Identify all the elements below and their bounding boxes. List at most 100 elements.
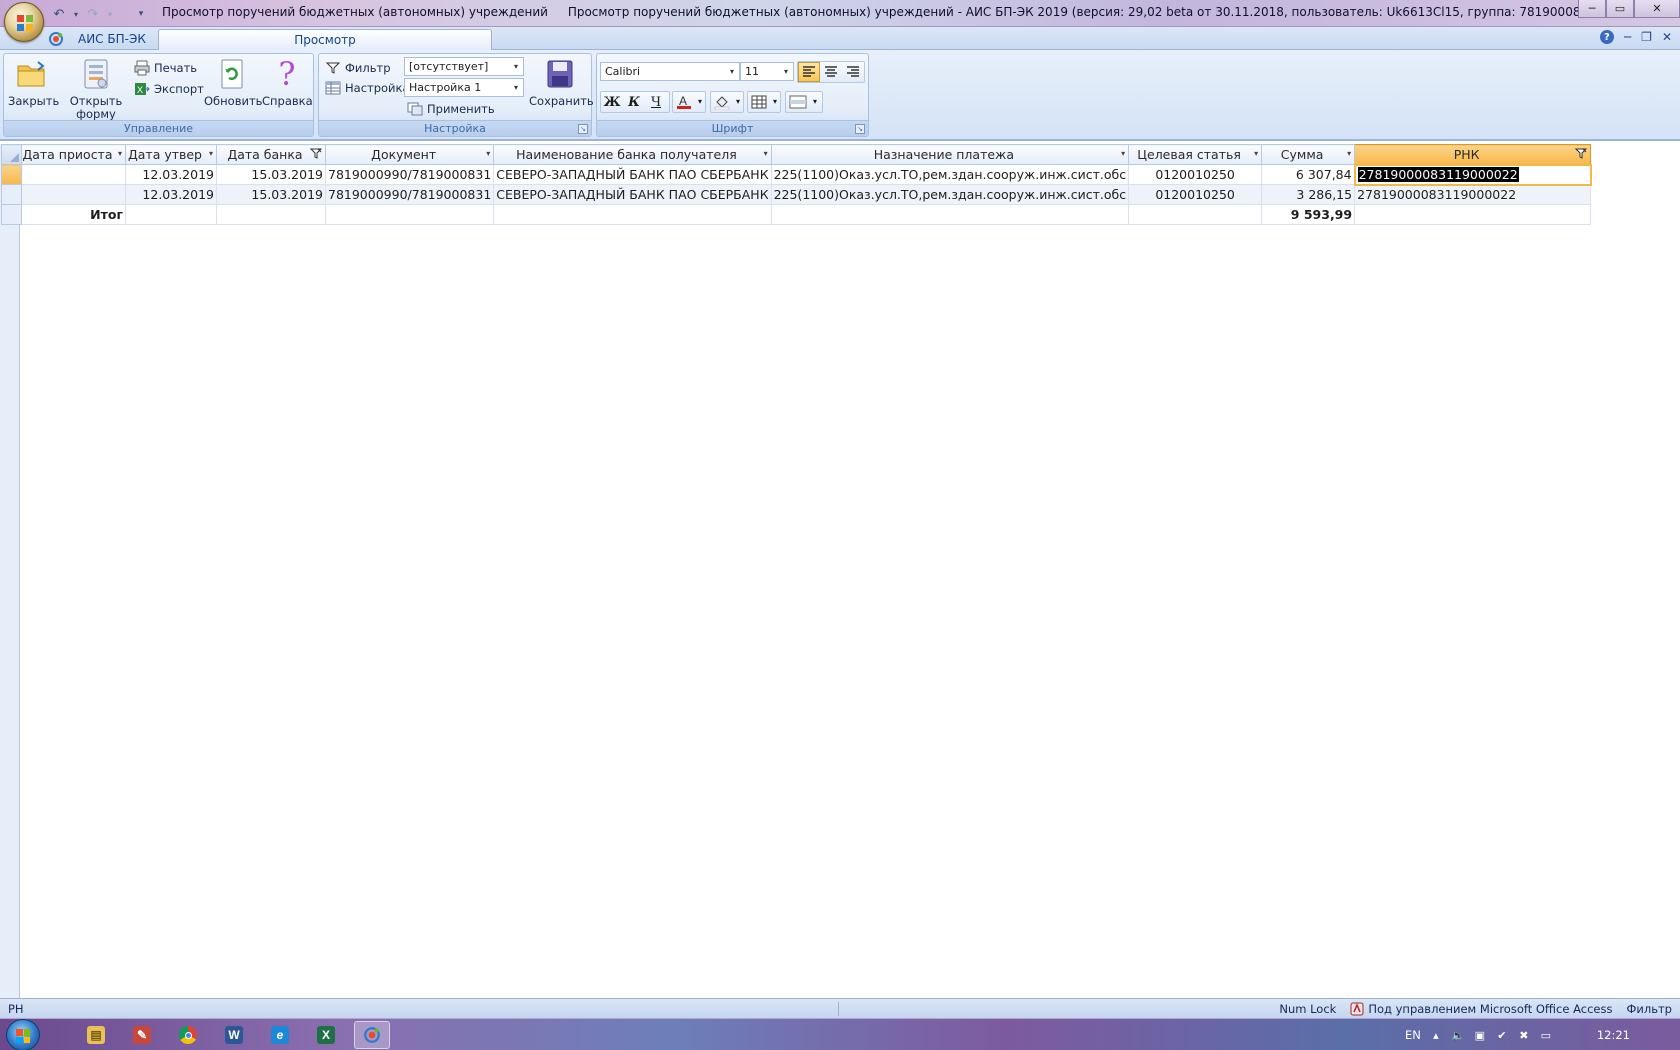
cell-date-approved[interactable]: 12.03.2019 [125, 184, 217, 205]
help-icon[interactable]: ? [1599, 30, 1614, 44]
col-header-article[interactable]: Целевая статья ▾ [1128, 144, 1263, 165]
cell-sum[interactable]: 6 307,84 [1261, 164, 1356, 185]
cell-article[interactable]: 0120010250 [1128, 164, 1263, 185]
taskbar-app-2[interactable]: ✎ [124, 1021, 160, 1049]
close-window-button[interactable]: ✕ [1634, 0, 1680, 18]
clock[interactable]: 12:21 [1597, 1028, 1630, 1042]
record-selector[interactable] [1, 204, 22, 225]
column-dropdown-icon[interactable]: ▾ [118, 149, 122, 158]
col-header-bank-name[interactable]: Наименование банка получателя ▾ [493, 144, 772, 165]
fill-color-dropdown-icon[interactable]: ▾ [733, 92, 743, 112]
taskbar-ais-app[interactable] [354, 1021, 390, 1049]
taskbar-excel[interactable]: X [308, 1021, 344, 1049]
maximize-window-button[interactable]: ▭ [1606, 0, 1634, 18]
select-all-corner[interactable] [1, 144, 22, 165]
col-header-date-bank[interactable]: Дата банка [216, 144, 326, 165]
cell-date-approved[interactable]: 12.03.2019 [125, 164, 217, 185]
column-filter-funnel-icon[interactable] [310, 148, 322, 160]
col-header-date-suspended[interactable]: Дата приоста ▾ [21, 144, 126, 165]
cell-document[interactable]: 7819000990/7819000831 [324, 164, 495, 185]
print-button[interactable]: Печать [134, 59, 197, 77]
tab-ais[interactable]: АИС БП-ЭК [68, 29, 156, 50]
undo-dropdown-icon[interactable]: ▾ [72, 5, 80, 23]
font-size-combo[interactable]: 11 ▾ [740, 62, 794, 81]
cell-rnk[interactable]: 27819000083119000022 [1354, 184, 1592, 205]
italic-button[interactable]: К [623, 92, 645, 112]
minimize-window-button[interactable]: ─ [1578, 0, 1606, 18]
font-name-combo[interactable]: Calibri ▾ [600, 62, 740, 81]
underline-button[interactable]: Ч [645, 92, 667, 112]
cell-date-bank[interactable]: 15.03.2019 [216, 184, 326, 205]
record-selector[interactable] [1, 164, 22, 185]
table-row[interactable]: 12.03.2019 15.03.2019 7819000990/7819000… [1, 163, 1592, 186]
taskbar-word[interactable]: W [216, 1021, 252, 1049]
volume-icon[interactable]: 🔈 [1451, 1028, 1465, 1042]
cell-bank-name[interactable]: СЕВЕРО-ЗАПАДНЫЙ БАНК ПАО СБЕРБАНК [493, 184, 772, 205]
start-button[interactable] [6, 1019, 40, 1050]
align-right-icon[interactable] [842, 62, 864, 82]
undo-icon[interactable]: ↶ [50, 5, 68, 23]
filter-label-button[interactable]: Фильтр [325, 59, 391, 77]
cell-date-suspended[interactable] [21, 164, 126, 185]
column-dropdown-icon[interactable]: ▾ [209, 149, 213, 158]
settings-combo[interactable]: Настройка 1 ▾ [404, 78, 524, 97]
col-header-purpose[interactable]: Назначение платежа ▾ [770, 144, 1130, 165]
taskbar-ie[interactable]: e [262, 1021, 298, 1049]
cell-rnk-selected[interactable]: 27819000083119000022 [1353, 163, 1592, 186]
col-header-rnk[interactable]: РНК [1354, 144, 1592, 165]
column-dropdown-icon[interactable]: ▾ [486, 149, 490, 158]
app-tray-icon[interactable]: ▣ [1473, 1028, 1487, 1042]
settings-dialog-launcher-icon[interactable]: ↘ [578, 124, 588, 134]
network-icon[interactable]: ▭ [1539, 1028, 1553, 1042]
redo-icon[interactable]: ↷ [84, 5, 102, 23]
font-name-arrow-icon[interactable]: ▾ [727, 63, 737, 80]
close-doc-icon[interactable]: ✕ [1662, 30, 1672, 44]
column-dropdown-icon[interactable]: ▾ [1254, 149, 1258, 158]
col-header-document[interactable]: Документ ▾ [324, 144, 495, 165]
cell-article[interactable]: 0120010250 [1128, 184, 1263, 205]
taskbar-explorer[interactable]: ▤ [78, 1021, 114, 1049]
column-filter-funnel-icon[interactable] [1575, 148, 1588, 160]
refresh-button[interactable]: Обновить [204, 56, 262, 108]
minimize-doc-icon[interactable]: ─ [1624, 30, 1631, 44]
taskbar-chrome[interactable] [170, 1021, 206, 1049]
settings-combo-arrow-icon[interactable]: ▾ [511, 79, 521, 96]
settings-label-button[interactable]: Настройка [325, 79, 410, 97]
cell-purpose[interactable]: 225(1100)Оказ.усл.ТО,рем.здан.сооруж.инж… [770, 164, 1130, 185]
show-hidden-icons-icon[interactable]: ▴ [1429, 1028, 1443, 1042]
cell-date-bank[interactable]: 15.03.2019 [216, 164, 326, 185]
customize-qat-icon[interactable]: ▾ [132, 5, 150, 23]
bold-button[interactable]: Ж [601, 92, 623, 112]
save-button[interactable]: Сохранить [529, 56, 594, 108]
update-tray-icon[interactable]: ✔ [1495, 1028, 1509, 1042]
tab-view[interactable]: Просмотр [158, 29, 492, 50]
font-color-icon[interactable]: A [673, 92, 695, 112]
apply-button[interactable]: Применить [407, 100, 495, 118]
gridlines-icon[interactable] [748, 92, 770, 112]
cell-date-suspended[interactable] [21, 184, 126, 205]
align-left-icon[interactable] [798, 62, 820, 82]
font-color-dropdown-icon[interactable]: ▾ [695, 92, 705, 112]
col-header-date-approved[interactable]: Дата утвер ▾ [125, 144, 217, 165]
export-button[interactable]: X Экспорт [134, 80, 204, 98]
font-dialog-launcher-icon[interactable]: ↘ [855, 124, 865, 134]
column-dropdown-icon[interactable]: ▾ [1347, 149, 1351, 158]
help-button[interactable]: ? Справка [262, 56, 313, 108]
filter-combo[interactable]: [отсутствует] ▾ [404, 57, 524, 76]
network-disabled-icon[interactable]: ✖ [1517, 1028, 1531, 1042]
alternate-row-color-icon[interactable] [786, 92, 810, 112]
cell-sum[interactable]: 3 286,15 [1261, 184, 1356, 205]
cell-document[interactable]: 7819000990/7819000831 [324, 184, 495, 205]
cell-purpose[interactable]: 225(1100)Оказ.усл.ТО,рем.здан.сооруж.инж… [770, 184, 1130, 205]
restore-doc-icon[interactable]: ❐ [1641, 30, 1652, 44]
close-button[interactable]: Закрыть [8, 56, 59, 108]
cell-bank-name[interactable]: СЕВЕРО-ЗАПАДНЫЙ БАНК ПАО СБЕРБАНК [493, 164, 772, 185]
column-dropdown-icon[interactable]: ▾ [1121, 149, 1125, 158]
redo-dropdown-icon[interactable]: ▾ [106, 5, 114, 23]
table-row[interactable]: 12.03.2019 15.03.2019 7819000990/7819000… [1, 184, 1592, 205]
align-center-icon[interactable] [820, 62, 842, 82]
font-size-arrow-icon[interactable]: ▾ [781, 63, 791, 80]
filter-combo-arrow-icon[interactable]: ▾ [511, 58, 521, 75]
record-selector[interactable] [1, 184, 22, 205]
alternate-row-color-dropdown-icon[interactable]: ▾ [810, 92, 820, 112]
